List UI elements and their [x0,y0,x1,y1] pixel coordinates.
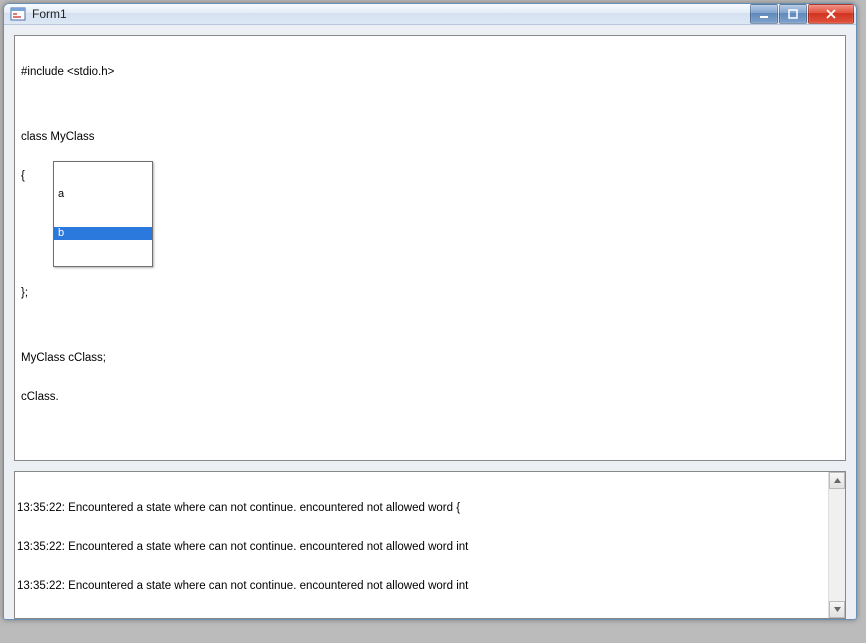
log-line: 13:35:22: Encountered a state where can … [17,502,826,515]
vertical-scrollbar[interactable] [828,472,845,618]
window-title: Form1 [32,7,750,21]
close-button[interactable] [808,4,854,24]
code-line: #include <stdio.h> [21,66,839,79]
scroll-track[interactable] [829,489,845,601]
log-line: 13:35:22: Encountered a state where can … [17,541,826,554]
app-icon [10,6,26,22]
minimize-button[interactable] [750,4,778,24]
scroll-down-button[interactable] [829,601,845,618]
log-line: 13:35:22: Encountered a state where can … [17,580,826,593]
titlebar[interactable]: Form1 [4,4,856,25]
client-area: #include <stdio.h> class MyClass { int a… [4,25,856,620]
log-panel: 13:35:22: Encountered a state where can … [14,471,846,619]
autocomplete-item[interactable]: a [54,188,152,201]
app-window: Form1 #include <stdio.h> class MyClass {… [3,3,857,620]
code-line: MyClass cClass; [21,352,839,365]
code-line: class MyClass [21,131,839,144]
window-controls [750,4,854,24]
maximize-button[interactable] [779,4,807,24]
log-output[interactable]: 13:35:22: Encountered a state where can … [15,472,828,618]
scroll-up-button[interactable] [829,472,845,489]
code-editor[interactable]: #include <stdio.h> class MyClass { int a… [14,35,846,461]
autocomplete-item[interactable]: b [54,227,152,240]
code-line: }; [21,287,839,300]
autocomplete-popup[interactable]: a b [53,161,153,267]
code-line: cClass. [21,391,839,404]
